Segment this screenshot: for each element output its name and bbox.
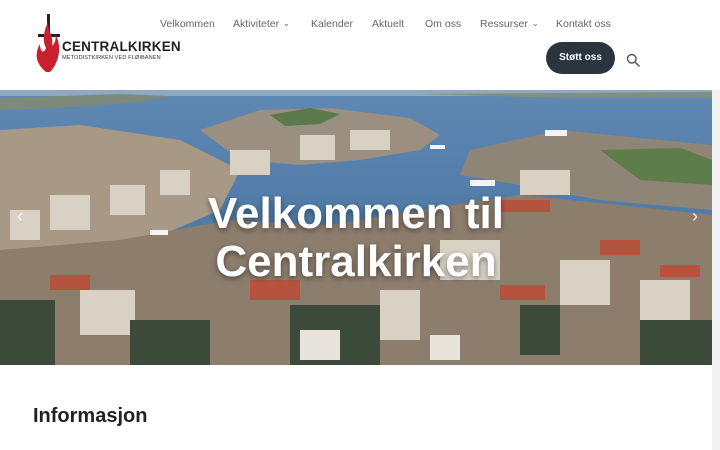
hero-title: Velkommen til Centralkirken [0, 190, 712, 286]
support-button[interactable]: Støtt oss [546, 42, 615, 74]
search-icon[interactable] [626, 53, 640, 67]
nav-item-aktuelt[interactable]: Aktuelt [372, 18, 404, 30]
nav-item-label: Kontakt oss [556, 18, 611, 30]
site-header: CENTRALKIRKEN METODISTKIRKEN VED FLØIBAN… [0, 0, 720, 90]
nav-item-label: Aktuelt [372, 18, 405, 30]
section-title-informasjon: Informasjon [33, 405, 148, 427]
nav-item-om-oss[interactable]: Om oss [425, 18, 461, 30]
chevron-down-icon: ⌄ [531, 19, 539, 28]
hero-slider: Velkommen til Centralkirken ‹ › [0, 90, 712, 365]
hero-title-line-2: Centralkirken [215, 237, 497, 286]
chevron-down-icon: ⌄ [283, 19, 290, 28]
nav-item-label: Aktiviteter [233, 18, 280, 30]
methodist-cross-flame-logo-icon [36, 14, 60, 72]
nav-item-label: Ressurser [480, 18, 528, 30]
nav-item-velkommen[interactable]: Velkommen [160, 18, 215, 30]
chevron-right-icon[interactable]: › [687, 205, 703, 227]
nav-item-aktiviteter[interactable]: Aktiviteter ⌄ [233, 18, 290, 30]
nav-item-label: Velkommen [160, 18, 215, 30]
nav-item-label: Kalender [311, 18, 354, 30]
nav-item-kontakt-oss[interactable]: Kontakt oss [556, 18, 611, 30]
nav-item-ressurser[interactable]: Ressurser ⌄ [480, 18, 539, 30]
logo-subtitle: METODISTKIRKEN VED FLØIBANEN [62, 55, 161, 61]
site-logo[interactable]: CENTRALKIRKEN METODISTKIRKEN VED FLØIBAN… [34, 14, 181, 76]
page-scrollbar[interactable] [712, 90, 720, 450]
logo-name: CENTRALKIRKEN [62, 39, 181, 54]
chevron-left-icon[interactable]: ‹ [12, 205, 28, 227]
nav-item-kalender[interactable]: Kalender [311, 18, 353, 30]
hero-title-line-1: Velkommen til [208, 189, 504, 238]
nav-item-label: Om oss [425, 18, 462, 30]
